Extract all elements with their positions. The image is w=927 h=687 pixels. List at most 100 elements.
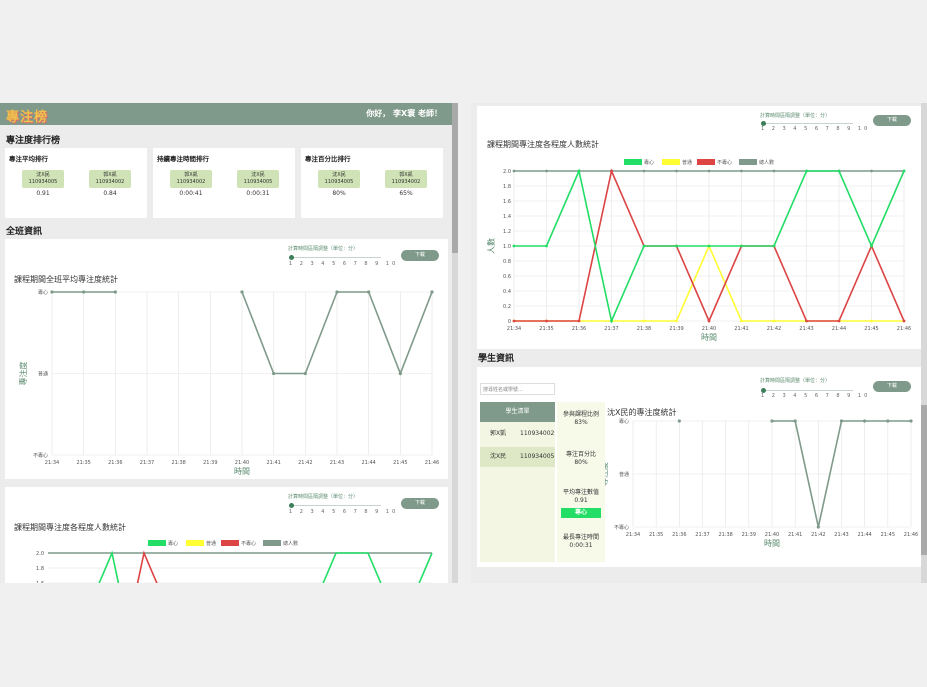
student-list: 學生清單 郭X凱 110934002 沈X民 110934005 [480,402,555,562]
right-scrollbar-thumb[interactable] [921,405,927,555]
x-tick-label: 21:41 [788,532,802,538]
y-axis-label: 人數 [486,238,496,254]
x-tick-label: 21:40 [702,326,716,332]
interval-slider-handle[interactable] [289,503,294,508]
legend-swatch [263,540,281,546]
x-tick-label: 21:34 [626,532,640,538]
y-tick-label: 1.8 [36,566,44,572]
rank-id: 110934005 [28,179,58,185]
data-point [772,319,776,323]
class-level-panel: 計算時間區隔調整（單位：分） 1 2 3 4 5 6 7 8 9 10 下載 課… [5,487,448,583]
class-level-chart: 專心 普通 不專心 總人數 0 0.2 0.4 0.6 0.8 1.0 1.2 1.4 1.6 1.8 2.… [486,159,911,342]
class-section-title: 全班資訊 [6,227,43,237]
y-tick-label: 1.2 [503,229,511,235]
download-button[interactable]: 下載 [873,115,911,126]
rank-name: 郭X凱 [184,172,198,178]
rank-chip-2: 郭X凱 110934002 [385,170,427,188]
rank-value: 80% [318,190,360,200]
data-point [772,244,776,248]
y-axis-label: 專注度 [605,462,609,486]
data-point [805,169,808,173]
data-point [577,169,581,173]
student-search-input[interactable]: 搜尋姓名或學號... [480,383,555,395]
rank-id: 110934002 [95,179,125,185]
y-tick-label: 不專心 [33,452,48,459]
data-point [707,319,711,323]
data-point [675,169,678,173]
rank-card-title: 專注百分比排行 [305,155,351,163]
interval-slider-label: 計算時間區隔調整（單位：分） [760,378,831,384]
interval-slider-ticks: 1 2 3 4 5 6 7 8 9 10 [761,126,870,132]
chart-title: 課程期間專注度各程度人數統計 [487,140,599,149]
data-point [577,319,581,323]
rank-name: 沈X民 [332,172,346,178]
data-point [512,244,516,248]
student-list-header: 學生清單 [480,402,555,422]
interval-slider-handle[interactable] [289,255,294,260]
x-tick-label: 21:46 [425,460,439,466]
interval-slider-track[interactable] [291,257,381,258]
y-tick-label: 不專心 [614,524,629,531]
student-section-title: 學生資訊 [478,354,515,364]
rank-chip-1: 郭X凱 110934002 [170,170,212,188]
data-point [545,244,548,248]
legend-label: 普通 [682,159,692,166]
slider-tick-text: 1 2 3 4 5 6 7 8 9 10 [761,126,871,132]
data-point [870,319,873,323]
x-tick-label: 21:35 [539,326,553,332]
interval-slider-track[interactable] [763,123,853,124]
download-button[interactable]: 下載 [873,381,911,392]
rank-id: 110934005 [324,179,354,185]
x-tick-label: 21:44 [361,460,375,466]
left-scrollbar-thumb[interactable] [452,103,458,253]
data-point [805,319,808,323]
data-point [740,169,743,173]
data-point [707,169,711,173]
student-list-item-selected[interactable]: 沈X民 110934005 [480,447,555,467]
rank-name: 沈X民 [36,172,50,178]
search-placeholder: 搜尋姓名或學號... [483,387,523,393]
x-tick-label: 21:43 [834,532,848,538]
rank-name: 郭X凱 [103,172,117,178]
data-point [772,169,776,173]
class-level-full-panel: 計算時間區隔調整（單位：分） 1 2 3 4 5 6 7 8 9 10 下載 課… [477,106,921,349]
data-point [707,244,711,248]
legend-label: 總人數 [759,159,774,166]
data-point [512,319,516,323]
data-point [902,169,906,173]
y-tick-label: 普通 [619,471,629,478]
download-button[interactable]: 下載 [401,498,439,509]
slider-tick-text: 1 2 3 4 5 6 7 8 9 10 [289,509,399,515]
legend-swatch [186,540,204,546]
rank-id: 110934002 [391,179,421,185]
data-point [837,169,841,173]
legend-label: 普通 [206,540,216,547]
rank-name: 沈X民 [251,172,265,178]
interval-slider-track[interactable] [291,505,381,506]
interval-slider-track[interactable] [763,390,853,391]
class-level-chart-partial: 專心 普通 不專心 總人數 2.0 1.8 1.6 [36,540,433,583]
interval-slider-ticks: 1 2 3 4 5 6 7 8 9 10 [289,509,398,515]
slider-tick-text: 1 2 3 4 5 6 7 8 9 10 [761,393,871,399]
x-tick-label: 21:38 [637,326,651,332]
x-tick-label: 21:36 [108,460,122,466]
download-button[interactable]: 下載 [401,250,439,261]
data-point [642,169,646,173]
x-tick-label: 21:37 [695,532,709,538]
student-list-item[interactable]: 郭X凱 110934002 [480,424,555,444]
legend-swatch [624,159,642,165]
student-name: 郭X凱 [490,430,507,437]
class-average-chart: 不專心 普通 專心 21:34 21:35 21:36 21:37 21:38 21:39 21:… [18,289,439,476]
y-axis-label: 專注度 [18,362,28,386]
x-tick-label: 21:41 [734,326,748,332]
data-point [740,319,743,323]
rank-card-percentage: 專注百分比排行 沈X民 110934005 80% 郭X凱 110934002 … [301,148,443,218]
rank-value: 65% [385,190,427,200]
data-point [545,319,548,323]
rank-value: 0.84 [89,190,131,200]
top-header-bar: 專注榜 你好， 李X寰 老師！ [0,103,452,125]
app-screen: 專注榜 你好， 李X寰 老師！ 專注度排行榜 專注平均排行 沈X民 110934… [0,0,927,687]
x-tick-label: 21:38 [171,460,185,466]
rank-value: 0.91 [22,190,64,200]
legend-swatch [697,159,715,165]
